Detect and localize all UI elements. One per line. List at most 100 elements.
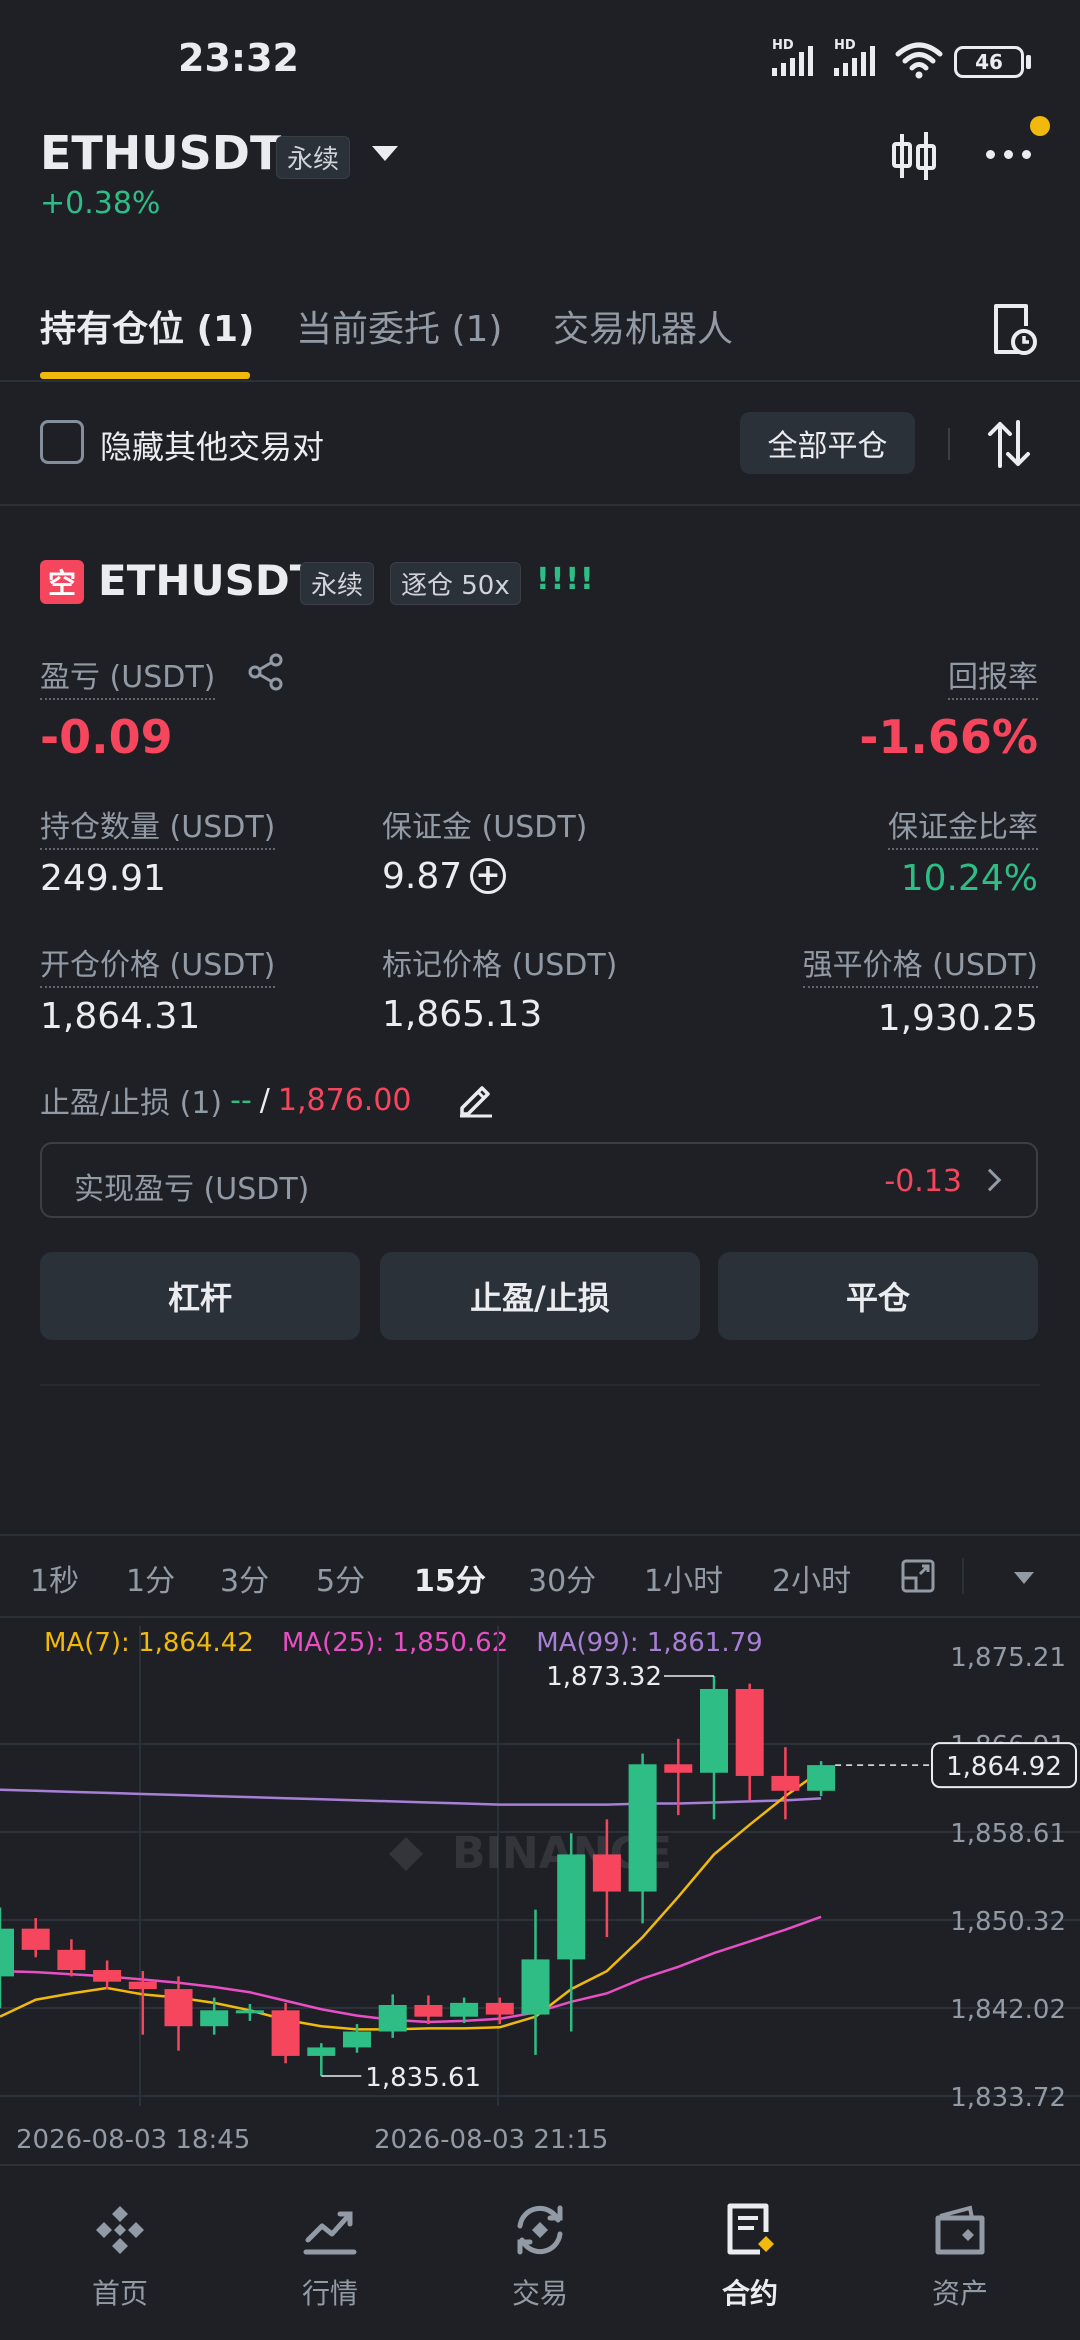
pnl-label: 盈亏 (USDT) [40,652,216,700]
interval-option[interactable]: 1秒 [30,1556,79,1600]
divider [0,380,1080,382]
order-history-icon[interactable] [990,302,1038,356]
mark-price-label: 标记价格 (USDT) [382,948,618,983]
interval-selector: 1秒 1分 3分 5分 15分 30分 1小时 2小时 [0,1536,1080,1616]
hide-other-pairs-checkbox[interactable] [40,420,84,464]
candle-body [628,1764,657,1892]
divider [962,1558,964,1594]
tpsl-button[interactable]: 止盈/止损 [380,1252,700,1340]
candle-body [93,1970,122,1982]
mark-price-value: 1,865.13 [382,994,543,1035]
take-profit-value: -- [230,1082,252,1118]
ma25-line [0,1915,822,2024]
x-tick-label: 2026-08-03 18:45 [16,2125,250,2155]
wallet-icon [935,2205,985,2255]
hd-label: HD [834,38,856,53]
interval-option[interactable]: 5分 [316,1556,365,1600]
futures-contract-icon [727,2203,774,2255]
wifi-icon [895,42,943,79]
leverage-button[interactable]: 杠杆 [40,1252,360,1340]
ma99-line [0,1788,822,1806]
notification-dot [1030,116,1050,136]
nav-futures[interactable]: 合约 [642,2200,858,2312]
margin-value: 9.87 [382,856,463,897]
candle-body [807,1765,836,1791]
interval-option[interactable]: 1分 [126,1556,175,1600]
realized-pnl-row[interactable]: 实现盈亏 (USDT) -0.13 [40,1142,1038,1218]
stop-loss-value: 1,876.00 [277,1082,412,1118]
perpetual-tag: 永续 [276,136,351,179]
more-icon[interactable] [986,150,1031,159]
price-change: +0.38% [40,186,161,221]
entry-price-label: 开仓价格 (USDT) [40,940,276,988]
nav-assets[interactable]: 资产 [852,2200,1068,2312]
candle-body [700,1688,728,1773]
roe-label: 回报率 [948,652,1038,700]
candle-body [307,2047,336,2056]
nav-label: 资产 [931,2277,988,2310]
close-all-button[interactable]: 全部平仓 [740,412,915,474]
nav-home[interactable]: 首页 [12,2200,228,2312]
status-time: 23:32 [178,36,299,80]
candlestick-chart[interactable]: 1,875.211,866.911,858.611,850.321,842.02… [0,1618,1080,2164]
bottom-nav: 首页 行情 交易 合约 资产 [0,2164,1080,2340]
adl-indicator: !!!! [536,562,595,597]
y-tick-label: 1,858.61 [950,1819,1066,1849]
interval-option[interactable]: 2小时 [772,1556,851,1600]
candlestick-chart-icon[interactable] [890,130,938,182]
chevron-down-icon[interactable] [1014,1572,1034,1584]
ma7-line [0,1769,822,2031]
y-tick-label: 1,833.72 [950,2083,1066,2113]
nav-trade[interactable]: 交易 [432,2200,648,2312]
candle-body [450,2002,479,2017]
nav-markets[interactable]: 行情 [222,2200,438,2312]
candle-body [485,2002,514,2015]
chevron-down-icon[interactable] [372,146,398,161]
divider [40,1384,1040,1386]
position-symbol[interactable]: ETHUSDT [98,556,318,605]
close-position-button[interactable]: 平仓 [718,1252,1038,1340]
tab-positions[interactable]: 持有仓位 (1) [40,300,255,352]
candle-body [414,2005,443,2017]
last-price-label: 1,864.92 [946,1752,1062,1782]
short-side-badge: 空 [40,560,84,604]
size-label: 持仓数量 (USDT) [40,802,276,850]
signal-strength-icon: HD [834,38,875,76]
candle-body [57,1949,86,1971]
sort-icon[interactable] [986,418,1032,470]
margin-mode-tag[interactable]: 逐仓 50x [390,562,521,605]
candle-body [771,1775,800,1791]
interval-option[interactable]: 3分 [220,1556,269,1600]
margin-ratio-value: 10.24% [900,858,1038,899]
nav-label: 行情 [301,2277,358,2310]
candle-body [21,1928,50,1950]
candle-body [557,1854,586,1960]
candle-body [0,1928,14,1977]
add-margin-icon[interactable]: + [470,858,506,894]
edit-icon[interactable] [456,1078,496,1118]
roe-value: -1.66% [859,710,1038,764]
candle-body [164,1989,193,2027]
interval-option-active[interactable]: 15分 [414,1556,486,1600]
candle-body [592,1854,621,1892]
y-tick-label: 1,875.21 [950,1643,1066,1673]
battery-icon: 46 [954,46,1024,78]
y-tick-label: 1,850.32 [950,1907,1066,1937]
tpsl-label: 止盈/止损 (1) [40,1086,223,1121]
tpsl-separator: / [259,1082,270,1118]
signal-strength-icon: HD [772,38,813,76]
battery-level: 46 [975,50,1003,74]
chart-settings-icon[interactable] [900,1558,936,1594]
realized-pnl-value: -0.13 [884,1164,962,1199]
x-tick-label: 2026-08-03 21:15 [374,2125,608,2155]
tab-trading-bots[interactable]: 交易机器人 [553,300,733,352]
nav-label: 交易 [511,2277,568,2310]
symbol-title[interactable]: ETHUSDT [40,126,281,180]
tab-open-orders[interactable]: 当前委托 (1) [296,300,502,352]
hide-other-pairs-label: 隐藏其他交易对 [100,428,325,466]
market-trend-icon [303,2211,357,2255]
interval-option[interactable]: 1小时 [644,1556,723,1600]
interval-option[interactable]: 30分 [528,1556,596,1600]
share-icon[interactable] [246,652,286,692]
low-price-label: 1,835.61 [365,2063,481,2093]
